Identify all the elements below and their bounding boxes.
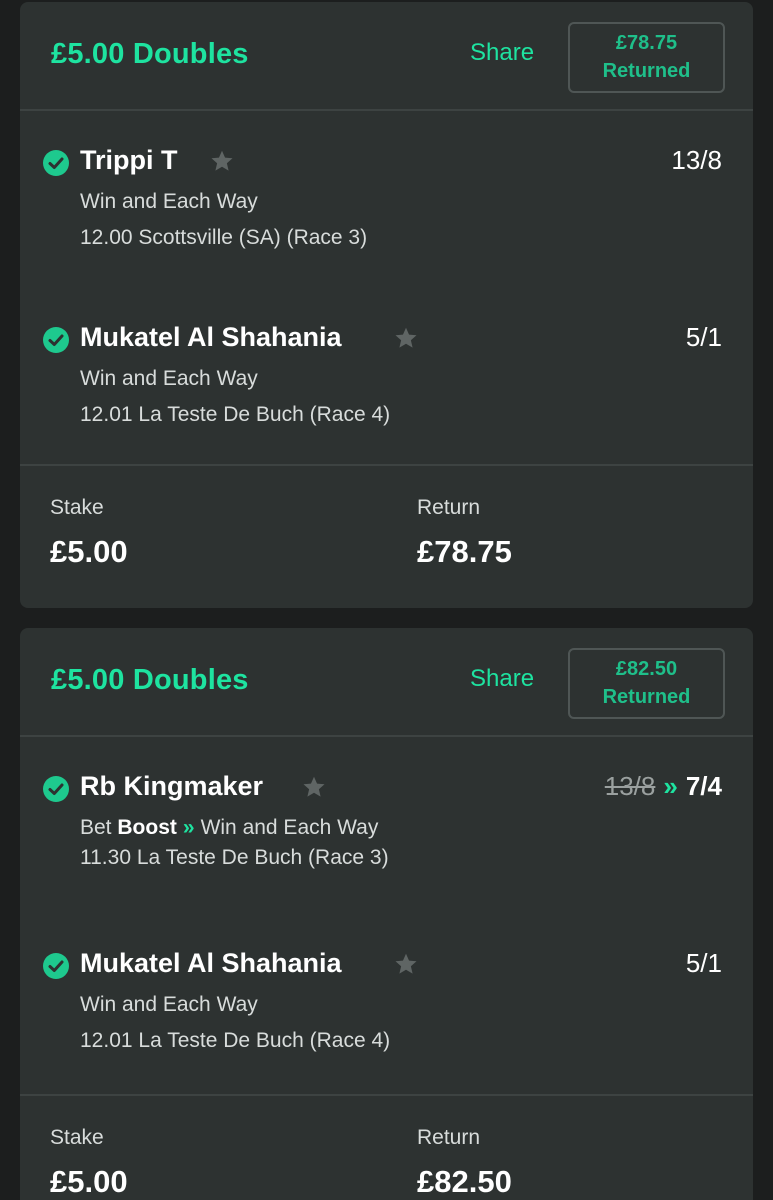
returned-label: Returned	[602, 686, 691, 708]
selection-row[interactable]: Mukatel Al Shahania 5/1 Win and Each Way…	[20, 948, 753, 1092]
selection-event: 12.01 La Teste De Buch (Race 4)	[80, 1029, 391, 1052]
selection-odds: 5/1	[685, 948, 722, 978]
selection-event: 12.01 La Teste De Buch (Race 4)	[80, 403, 391, 426]
return-block: Return £82.50	[417, 1126, 512, 1200]
divider	[20, 464, 753, 466]
returned-badge: £82.50 Returned	[568, 648, 725, 719]
boost-prefix: Bet	[80, 816, 112, 839]
star-icon[interactable]	[209, 148, 235, 174]
selection-market: Win and Each Way	[80, 367, 258, 390]
share-button[interactable]: Share	[470, 665, 534, 693]
check-circle-icon	[43, 776, 69, 802]
return-label: Return	[417, 1126, 481, 1149]
boosted-odds: 13/8» 7/4	[605, 771, 722, 802]
selection-market: Win and Each Way	[80, 190, 258, 213]
bet-card: £5.00 Doubles Share £78.75 Returned Trip…	[20, 2, 753, 608]
selection-name: Trippi T	[80, 145, 178, 175]
bet-title: £5.00 Doubles	[51, 664, 249, 696]
returned-badge: £78.75 Returned	[568, 22, 725, 93]
boost-label: Boost	[117, 816, 177, 839]
check-circle-icon	[43, 953, 69, 979]
selection-name: Mukatel Al Shahania	[80, 948, 342, 978]
returned-amount: £78.75	[615, 32, 678, 54]
selection-market: Win and Each Way	[80, 993, 258, 1016]
stake-value: £5.00	[50, 534, 128, 569]
double-chevron-right-icon: »	[663, 771, 678, 801]
bet-card: £5.00 Doubles Share £82.50 Returned Rb K…	[20, 628, 753, 1200]
selection-name: Mukatel Al Shahania	[80, 322, 342, 352]
selection-name: Rb Kingmaker	[80, 771, 264, 801]
stake-block: Stake £5.00	[50, 496, 128, 570]
double-chevron-right-icon: »	[182, 816, 195, 839]
star-icon[interactable]	[393, 325, 419, 351]
selection-row[interactable]: Trippi T 13/8 Win and Each Way 12.00 Sco…	[20, 145, 753, 289]
stake-value: £5.00	[50, 1164, 128, 1199]
boosted-odds-value: 7/4	[685, 771, 722, 801]
return-value: £78.75	[417, 534, 512, 569]
stake-label: Stake	[50, 1126, 104, 1149]
market-label: Win and Each Way	[200, 816, 379, 839]
returned-amount: £82.50	[615, 658, 678, 680]
returned-label: Returned	[602, 60, 691, 82]
star-icon[interactable]	[393, 951, 419, 977]
selection-event: 11.30 La Teste De Buch (Race 3)	[80, 846, 389, 869]
stake-block: Stake £5.00	[50, 1126, 128, 1200]
return-label: Return	[417, 496, 481, 519]
selection-row[interactable]: Rb Kingmaker 13/8» 7/4 Bet Boost» Win and …	[20, 771, 753, 915]
check-circle-icon	[43, 150, 69, 176]
return-value: £82.50	[417, 1164, 512, 1199]
selection-market: Bet Boost» Win and Each Way	[80, 816, 378, 840]
bet-title: £5.00 Doubles	[51, 38, 249, 70]
selection-event: 12.00 Scottsville (SA) (Race 3)	[80, 226, 368, 249]
original-odds: 13/8	[604, 771, 656, 801]
check-circle-icon	[43, 327, 69, 353]
star-icon[interactable]	[301, 774, 327, 800]
stake-label: Stake	[50, 496, 104, 519]
bet-card-header: £5.00 Doubles Share £82.50 Returned	[20, 628, 753, 737]
bet-history-page: £5.00 Doubles Share £78.75 Returned Trip…	[0, 0, 773, 1200]
return-block: Return £78.75	[417, 496, 512, 570]
selection-row[interactable]: Mukatel Al Shahania 5/1 Win and Each Way…	[20, 322, 753, 466]
bet-card-header: £5.00 Doubles Share £78.75 Returned	[20, 2, 753, 111]
divider	[20, 1094, 753, 1096]
share-button[interactable]: Share	[470, 39, 534, 67]
selection-odds: 13/8	[671, 145, 722, 175]
selection-odds: 5/1	[685, 322, 722, 352]
